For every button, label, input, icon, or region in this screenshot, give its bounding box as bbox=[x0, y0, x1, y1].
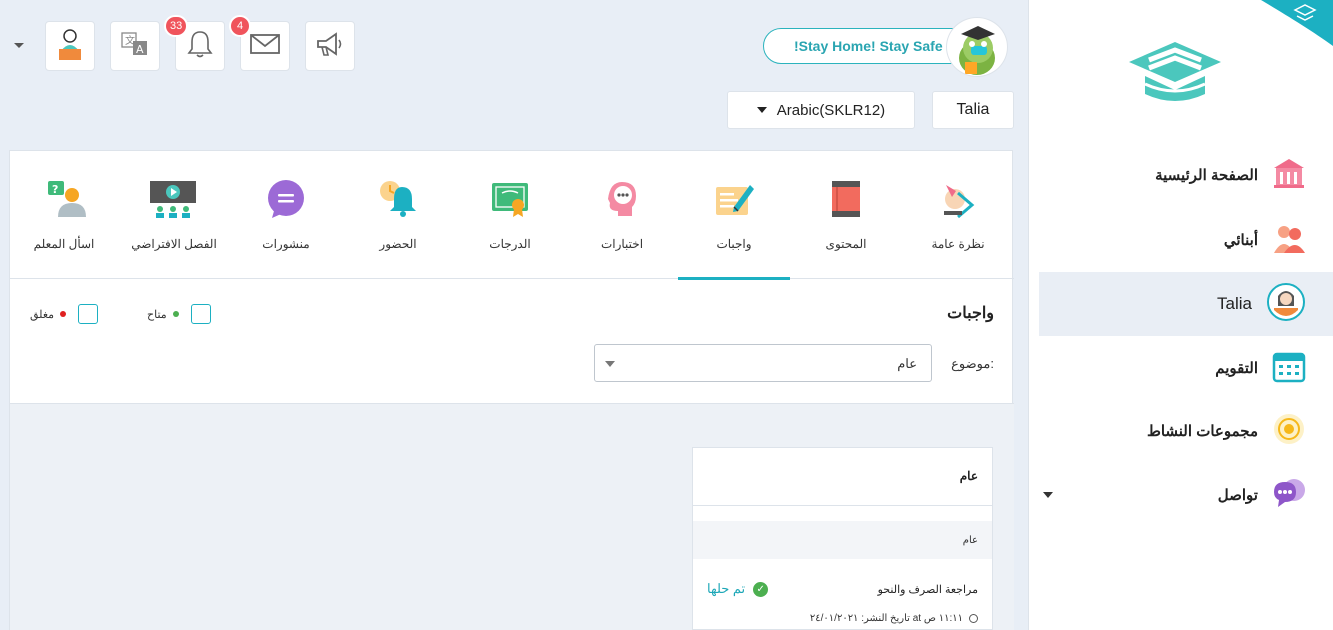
sidebar-item-talia[interactable]: Talia bbox=[1039, 272, 1333, 336]
check-icon: ✓ bbox=[753, 581, 769, 597]
school-logo bbox=[1121, 38, 1229, 115]
tab-homework[interactable]: واجبات bbox=[678, 151, 790, 280]
available-dot bbox=[172, 311, 179, 317]
notifications-button[interactable]: 33 bbox=[164, 15, 225, 71]
posts-bubble-icon bbox=[266, 179, 306, 219]
chevron-down-icon[interactable] bbox=[1043, 492, 1053, 498]
publish-date: تاريخ النشر: ٢٤/٠١/٢٠٢١ at ١١:١١ ص bbox=[810, 613, 978, 624]
svg-text:?: ? bbox=[52, 183, 58, 196]
sidebar-item-label: أبنائي bbox=[1223, 232, 1258, 249]
chevron-down-icon bbox=[605, 361, 615, 367]
course-selector[interactable]: Arabic(SKLR12) bbox=[727, 91, 915, 129]
student-avatar-icon bbox=[1266, 282, 1306, 327]
book-icon bbox=[826, 179, 866, 219]
tab-virtual-class[interactable]: الفصل الافتراضي bbox=[118, 151, 230, 279]
closed-dot bbox=[60, 311, 67, 317]
tab-label: منشورات bbox=[262, 237, 310, 251]
envelope-icon bbox=[249, 32, 281, 61]
homework-title[interactable]: مراجعة الصرف والنحو bbox=[878, 583, 978, 596]
sidebar-item-home[interactable]: الصفحة الرئيسية bbox=[1039, 144, 1333, 206]
topic-select[interactable]: عام bbox=[594, 344, 932, 382]
tab-posts[interactable]: منشورات bbox=[230, 151, 342, 279]
virtual-class-icon bbox=[148, 179, 198, 219]
tab-content[interactable]: المحتوى bbox=[790, 151, 902, 279]
tab-ask-teacher[interactable]: ? اسأل المعلم bbox=[10, 151, 118, 279]
topic-select-value: عام bbox=[897, 356, 917, 371]
legend-closed-box bbox=[78, 304, 99, 324]
tab-label: المحتوى bbox=[825, 237, 867, 251]
card-divider bbox=[693, 505, 992, 506]
translate-icon: 文A bbox=[120, 29, 150, 64]
sidebar-item-label: الصفحة الرئيسية bbox=[1155, 167, 1258, 184]
tab-attendance[interactable]: الحضور bbox=[342, 151, 454, 279]
publish-date-text: تاريخ النشر: ٢٤/٠١/٢٠٢١ at ١١:١١ ص bbox=[809, 613, 963, 624]
mascot-avatar bbox=[946, 17, 1008, 77]
calendar-icon bbox=[1272, 349, 1306, 388]
status-label: تم حلها bbox=[707, 581, 746, 596]
ask-teacher-icon: ? bbox=[46, 179, 86, 219]
card-title: عام bbox=[959, 469, 978, 483]
notifications-badge: 33 bbox=[164, 15, 189, 37]
sidebar-item-label: التقويم bbox=[1215, 360, 1258, 377]
card-subtitle: عام bbox=[962, 535, 978, 546]
svg-text:A: A bbox=[136, 43, 144, 56]
topic-filter-label: موضوع: bbox=[951, 356, 994, 371]
sidebar-item-activity-groups[interactable]: مجموعات النشاط bbox=[1039, 400, 1333, 462]
clock-icon bbox=[969, 614, 978, 623]
tab-label: واجبات bbox=[716, 237, 752, 251]
sidebar-item-label: مجموعات النشاط bbox=[1146, 423, 1258, 440]
legend-label: متاح bbox=[147, 308, 167, 321]
tab-grades[interactable]: الدرجات bbox=[454, 151, 566, 279]
overview-icon bbox=[938, 179, 978, 219]
sidebar-item-calendar[interactable]: التقويم bbox=[1039, 337, 1333, 399]
school-building-icon bbox=[1272, 156, 1306, 195]
translate-button[interactable]: 文A bbox=[110, 21, 160, 71]
sidebar-item-label: تواصل bbox=[1217, 487, 1258, 504]
tab-label: نظرة عامة bbox=[931, 237, 985, 251]
megaphone-icon bbox=[314, 29, 346, 64]
legend-available-box bbox=[190, 304, 211, 324]
chevron-down-icon bbox=[756, 107, 767, 113]
messages-badge: 4 bbox=[229, 15, 251, 37]
legend-closed: مغلق bbox=[30, 304, 99, 324]
homework-icon bbox=[714, 179, 754, 219]
children-icon bbox=[1272, 221, 1306, 260]
student-selector[interactable]: Talia bbox=[932, 91, 1014, 129]
sidebar: الصفحة الرئيسية أبنائي Talia التقويم مجم… bbox=[1028, 0, 1333, 630]
messages-button[interactable]: 4 bbox=[229, 15, 290, 71]
sidebar-item-label: Talia bbox=[1217, 294, 1252, 313]
activity-groups-icon bbox=[1272, 412, 1306, 451]
tab-label: الحضور bbox=[379, 237, 417, 251]
chat-bubbles-icon bbox=[1272, 476, 1306, 515]
bell-icon bbox=[185, 29, 215, 64]
quiz-head-icon bbox=[602, 179, 642, 219]
status-badge: تم حلها ✓ bbox=[707, 581, 769, 597]
page-title: واجبات bbox=[947, 305, 994, 322]
teacher-avatar-icon bbox=[53, 27, 87, 66]
sidebar-item-communication[interactable]: تواصل bbox=[1039, 464, 1333, 526]
tab-label: الدرجات bbox=[489, 237, 531, 251]
legend-label: مغلق bbox=[30, 308, 55, 321]
legend-available: متاح bbox=[147, 304, 211, 324]
tab-label: اسأل المعلم bbox=[33, 237, 95, 251]
homework-topic-card: عام عام مراجعة الصرف والنحو تم حلها ✓ تا… bbox=[692, 447, 993, 630]
course-tabs: نظرة عامة المحتوى واجبات اختبارات الدرجا… bbox=[10, 151, 1014, 280]
stay-safe-banner[interactable]: !Stay Home! Stay Safe bbox=[763, 28, 975, 64]
alarm-bell-icon bbox=[378, 179, 418, 219]
tab-overview[interactable]: نظرة عامة bbox=[902, 151, 1014, 279]
tab-quizzes[interactable]: اختبارات bbox=[566, 151, 678, 279]
certificate-icon bbox=[490, 179, 530, 219]
corner-logo-icon bbox=[1261, 0, 1333, 46]
sidebar-item-children[interactable]: أبنائي bbox=[1039, 209, 1333, 271]
profile-button[interactable] bbox=[45, 21, 95, 71]
announcements-button[interactable] bbox=[305, 21, 355, 71]
tab-label: الفصل الافتراضي bbox=[131, 237, 217, 251]
course-label: Arabic(SKLR12) bbox=[776, 101, 886, 119]
account-menu-caret[interactable] bbox=[14, 43, 24, 48]
card-subheader: عام bbox=[693, 521, 992, 559]
tab-label: اختبارات bbox=[600, 237, 644, 251]
